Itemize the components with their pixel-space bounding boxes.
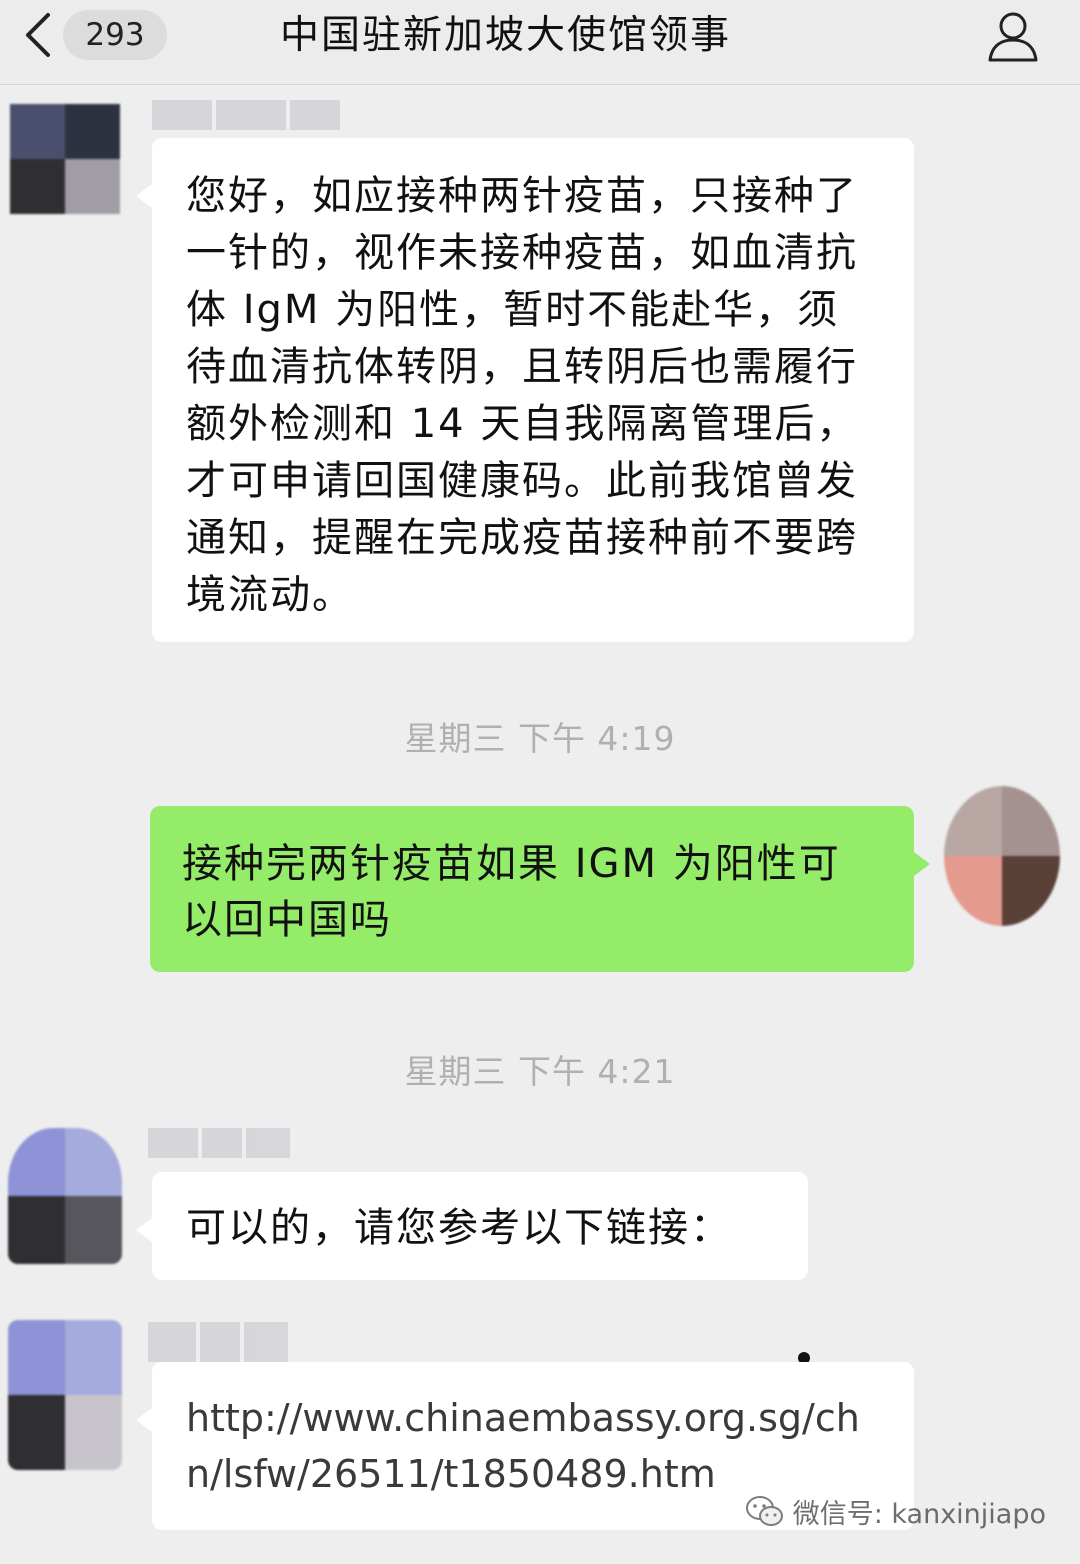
watermark: 微信号: kanxinjiapo	[745, 1492, 1046, 1531]
sender-name-blurred	[152, 100, 340, 130]
watermark-label: 微信号: kanxinjiapo	[792, 1499, 1046, 1530]
contact-avatar[interactable]	[8, 1320, 122, 1470]
message-bubble-incoming[interactable]: 可以的，请您参考以下链接：	[136, 1172, 808, 1280]
timestamp: 星期三 下午 4:21	[404, 1052, 676, 1091]
message-text: 可以的，请您参考以下链接：	[186, 1205, 732, 1251]
message-bubble-incoming[interactable]: 您好，如应接种两针疫苗，只接种了一针的，视作未接种疫苗，如血清抗体 IgM 为阳…	[136, 138, 914, 642]
message-link-text[interactable]: http://www.chinaembassy.org.sg/chn/lsfw/…	[186, 1396, 860, 1496]
chevron-left-icon[interactable]	[14, 6, 60, 64]
contact-avatar[interactable]	[8, 1128, 122, 1264]
person-icon[interactable]	[986, 9, 1040, 63]
user-avatar[interactable]	[944, 786, 1060, 926]
sender-name-blurred	[148, 1322, 288, 1362]
timestamp: 星期三 下午 4:19	[404, 719, 676, 758]
chat-header: 293 中国驻新加坡大使馆领事	[0, 0, 1080, 85]
chat-title: 中国驻新加坡大使馆领事	[280, 13, 732, 58]
message-text: 接种完两针疫苗如果 IGM 为阳性可以回中国吗	[182, 841, 841, 943]
wechat-logo-icon	[745, 1494, 785, 1530]
message-bubble-outgoing[interactable]: 接种完两针疫苗如果 IGM 为阳性可以回中国吗	[150, 806, 930, 972]
message-text: 您好，如应接种两针疫苗，只接种了一针的，视作未接种疫苗，如血清抗体 IgM 为阳…	[186, 173, 859, 618]
contact-avatar[interactable]	[10, 104, 120, 214]
sender-name-blurred	[148, 1128, 290, 1158]
unread-count-badge[interactable]: 293	[63, 10, 167, 60]
